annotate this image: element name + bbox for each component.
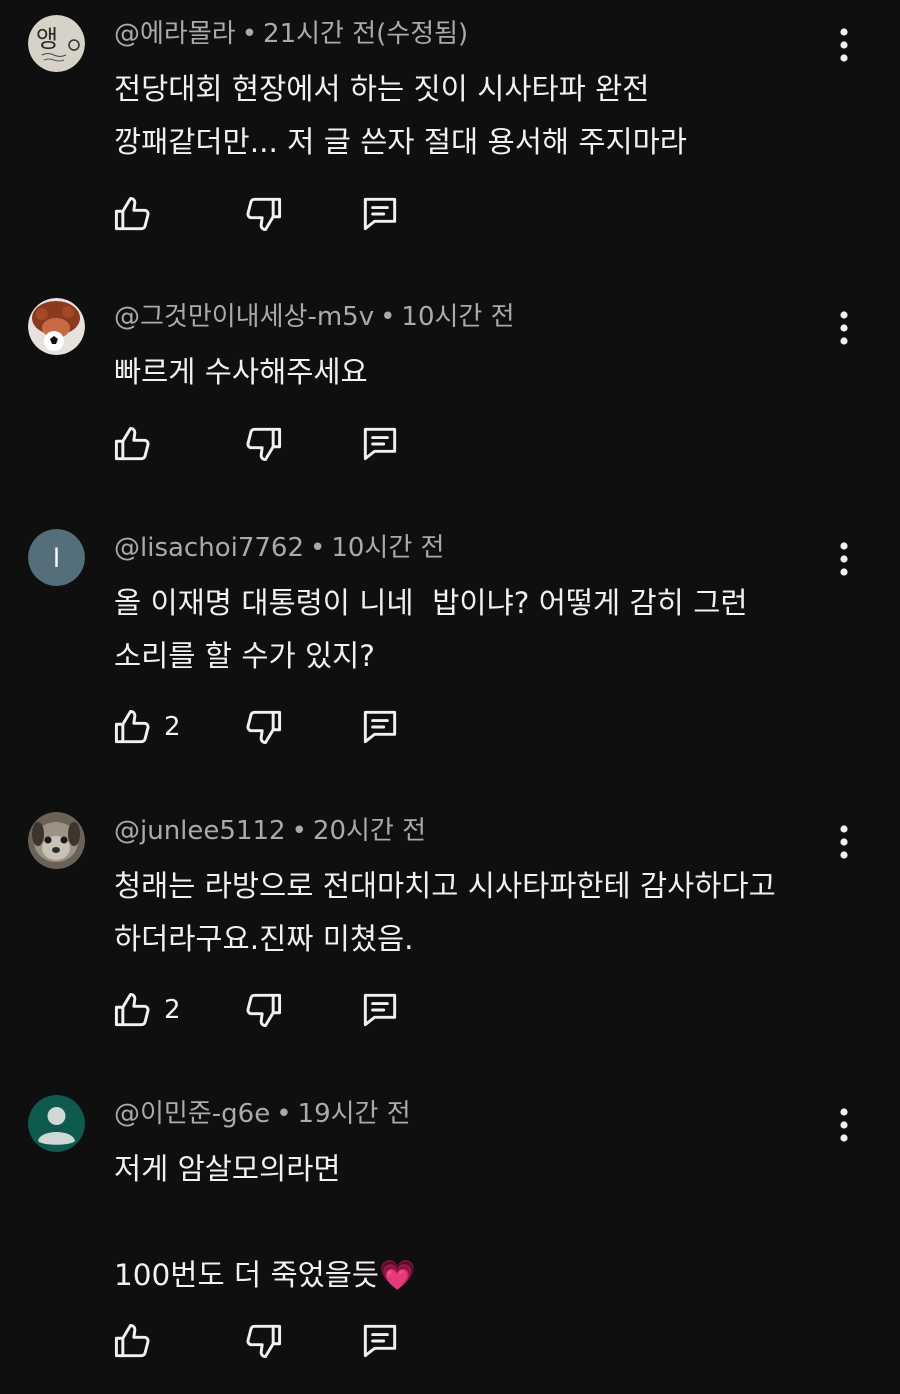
comment-text: 저게 암살모의라면 100번도 더 죽었을듯💗 bbox=[114, 1152, 416, 1292]
more-vertical-icon[interactable] bbox=[832, 25, 856, 65]
timestamp[interactable]: 21시간 전(수정됨) bbox=[263, 19, 468, 49]
like-button[interactable]: 2 bbox=[110, 703, 181, 751]
more-vertical-icon[interactable] bbox=[832, 308, 856, 348]
comment-meta: @junlee5112 • 20시간 전 bbox=[114, 814, 426, 848]
dislike-button[interactable] bbox=[242, 420, 286, 468]
comment-meta: @이민준-g6e • 19시간 전 bbox=[114, 1097, 411, 1131]
thumbs-up-icon bbox=[114, 426, 150, 461]
thumbs-up-icon bbox=[114, 992, 150, 1027]
svg-text:앵: 앵 bbox=[36, 25, 58, 53]
timestamp[interactable]: 19시간 전 bbox=[298, 1099, 411, 1129]
comment-meta: @lisachoi7762 • 10시간 전 bbox=[114, 531, 444, 565]
author-name[interactable]: @그것만이내세상-m5v bbox=[114, 302, 374, 332]
reply-button[interactable] bbox=[358, 703, 402, 751]
author-name[interactable]: @에라몰라 bbox=[114, 19, 236, 49]
author-name[interactable]: @junlee5112 bbox=[114, 816, 286, 846]
thumbs-up-icon bbox=[114, 196, 150, 231]
comment-actions bbox=[110, 420, 430, 468]
separator-dot: • bbox=[310, 533, 326, 563]
reply-button[interactable] bbox=[358, 420, 402, 468]
thumbs-down-icon bbox=[246, 710, 282, 745]
author-name[interactable]: @lisachoi7762 bbox=[114, 533, 304, 563]
thumbs-up-icon bbox=[114, 709, 150, 744]
author-name[interactable]: @이민준-g6e bbox=[114, 1099, 270, 1129]
separator-dot: • bbox=[380, 302, 396, 332]
avatar[interactable]: 앵 bbox=[28, 15, 85, 72]
like-button[interactable] bbox=[110, 420, 164, 468]
separator-dot: • bbox=[241, 19, 258, 49]
comment-actions: 2 bbox=[110, 703, 430, 751]
comment-meta: @에라몰라 • 21시간 전(수정됨) bbox=[114, 17, 468, 51]
reply-comment-icon bbox=[363, 710, 397, 744]
timestamp[interactable]: 20시간 전 bbox=[313, 816, 426, 846]
dislike-button[interactable] bbox=[242, 703, 286, 751]
comment-actions: 2 bbox=[110, 986, 430, 1034]
more-vertical-icon[interactable] bbox=[832, 1105, 856, 1145]
dislike-button[interactable] bbox=[242, 1317, 286, 1365]
reply-comment-icon bbox=[363, 197, 397, 231]
more-vertical-icon[interactable] bbox=[832, 539, 856, 579]
like-count: 2 bbox=[164, 712, 181, 742]
comment-text: 전당대회 현장에서 하는 짓이 시사타파 완전 깡패같더만... 저 글 쓴자 … bbox=[114, 72, 687, 159]
timestamp[interactable]: 10시간 전 bbox=[331, 533, 444, 563]
reply-button[interactable] bbox=[358, 190, 402, 238]
comment-actions bbox=[110, 1317, 430, 1365]
separator-dot: • bbox=[276, 1099, 292, 1129]
dislike-button[interactable] bbox=[242, 986, 286, 1034]
reply-comment-icon bbox=[363, 1324, 397, 1358]
timestamp[interactable]: 10시간 전 bbox=[401, 302, 514, 332]
comment-meta: @그것만이내세상-m5v • 10시간 전 bbox=[114, 300, 515, 334]
thumbs-down-icon bbox=[246, 993, 282, 1028]
comment-text: 청래는 라방으로 전대마치고 시사타파한테 감사하다고 하더라구요.진짜 미쳤음… bbox=[114, 869, 776, 956]
separator-dot: • bbox=[291, 816, 307, 846]
like-button[interactable] bbox=[110, 190, 164, 238]
thumbs-down-icon bbox=[246, 197, 282, 232]
dislike-button[interactable] bbox=[242, 190, 286, 238]
like-count: 2 bbox=[164, 995, 181, 1025]
thumbs-up-icon bbox=[114, 1323, 150, 1358]
comment-text: 올 이재명 대통령이 니네 밥이냐? 어떻게 감히 그런 소리를 할 수가 있지… bbox=[114, 586, 748, 673]
reply-comment-icon bbox=[363, 427, 397, 461]
comment-text: 빠르게 수사해주세요 bbox=[114, 355, 368, 389]
avatar[interactable] bbox=[28, 1095, 85, 1152]
reply-button[interactable] bbox=[358, 986, 402, 1034]
reply-button[interactable] bbox=[358, 1317, 402, 1365]
svg-text:l: l bbox=[53, 544, 60, 574]
like-button[interactable] bbox=[110, 1317, 164, 1365]
more-vertical-icon[interactable] bbox=[832, 822, 856, 862]
avatar[interactable]: l bbox=[28, 529, 85, 586]
avatar[interactable] bbox=[28, 298, 85, 355]
thumbs-down-icon bbox=[246, 427, 282, 462]
avatar[interactable] bbox=[28, 812, 85, 869]
comment-actions bbox=[110, 190, 430, 238]
reply-comment-icon bbox=[363, 993, 397, 1027]
thumbs-down-icon bbox=[246, 1324, 282, 1359]
like-button[interactable]: 2 bbox=[110, 986, 181, 1034]
